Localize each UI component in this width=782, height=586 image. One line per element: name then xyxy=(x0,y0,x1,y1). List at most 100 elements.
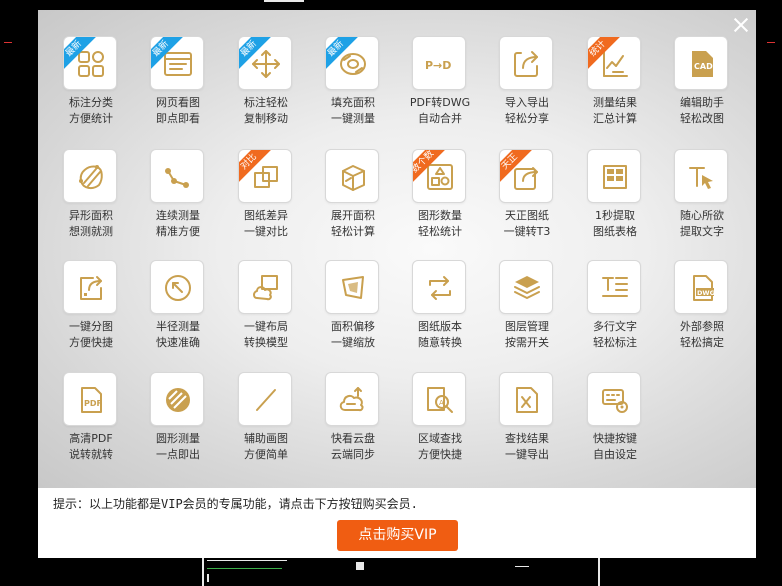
feature-label-line2: 快速准确 xyxy=(156,336,200,349)
feature-label: 外部参照 轻松搞定 xyxy=(662,319,742,351)
feature-panel: 最新 标注分类 方便统计 最新 网页看图 即点即看 最新 标注轻松 复制移动 最新 填充面积 一键测量… xyxy=(38,10,756,488)
feature-tile[interactable]: 最新 xyxy=(150,36,204,90)
feature-label-line1: 1秒提取 xyxy=(595,209,635,222)
feature-item[interactable]: 快捷按键 自由设定 xyxy=(575,372,655,472)
feature-tile[interactable] xyxy=(150,372,204,426)
feature-tile[interactable]: 最新 xyxy=(238,36,292,90)
feature-tile[interactable]: DWG xyxy=(674,260,728,314)
feature-tile[interactable] xyxy=(499,36,553,90)
feature-tile[interactable]: 最新 xyxy=(325,36,379,90)
feature-tile[interactable] xyxy=(412,260,466,314)
feature-tile[interactable] xyxy=(499,372,553,426)
feature-item[interactable]: 面积偏移 一键缩放 xyxy=(313,260,393,360)
table-extract-icon xyxy=(603,165,627,189)
feature-item[interactable]: 统计 测量结果 汇总计算 xyxy=(575,36,655,136)
buy-vip-button[interactable]: 点击购买VIP xyxy=(337,520,458,551)
feature-label-line1: 图纸差异 xyxy=(244,209,288,222)
feature-label-line1: 多行文字 xyxy=(593,320,637,333)
feature-label: 标注轻松 复制移动 xyxy=(226,95,306,127)
feature-tile[interactable] xyxy=(238,372,292,426)
feature-label: 编辑助手 轻松改图 xyxy=(662,95,742,127)
feature-item[interactable]: 快看云盘 云端同步 xyxy=(313,372,393,472)
feature-item[interactable]: CAD 编辑助手 轻松改图 xyxy=(662,36,742,136)
feature-tile[interactable] xyxy=(325,149,379,203)
feature-item[interactable]: 最新标注轻松 复制移动 xyxy=(226,36,306,136)
feature-label-line2: 一键缩放 xyxy=(331,336,375,349)
feature-label: 一键布局 转换模型 xyxy=(226,319,306,351)
feature-item[interactable]: 多行文字 轻松标注 xyxy=(575,260,655,360)
feature-item[interactable]: 最新 网页看图 即点即看 xyxy=(138,36,218,136)
feature-tile[interactable]: 对比 xyxy=(238,149,292,203)
feature-tile[interactable]: PDF xyxy=(63,372,117,426)
cad-line xyxy=(356,562,364,570)
cad-file-icon: CAD xyxy=(692,51,713,77)
feature-tile[interactable] xyxy=(587,260,641,314)
feature-tile[interactable]: P→D xyxy=(412,36,466,90)
feature-item[interactable]: P→D PDF转DWG 自动合并 xyxy=(400,36,480,136)
feature-tile[interactable] xyxy=(150,260,204,314)
feature-label: 标注分类 方便统计 xyxy=(51,95,131,127)
line-draw-icon xyxy=(256,389,276,411)
feature-label-line2: 随意转换 xyxy=(418,336,462,349)
feature-item[interactable]: 圆形测量 一点即出 xyxy=(138,372,218,472)
feature-tile[interactable]: 数个数 xyxy=(412,149,466,203)
svg-text:P→D: P→D xyxy=(425,59,451,72)
feature-item[interactable]: A 区域查找 方便快捷 xyxy=(400,372,480,472)
irregular-area-icon xyxy=(79,165,103,190)
feature-item[interactable]: 最新标注分类 方便统计 xyxy=(51,36,131,136)
feature-item[interactable]: PDF 高清PDF 说转就转 xyxy=(51,372,131,472)
feature-item[interactable]: 一键分图 方便快捷 xyxy=(51,260,131,360)
feature-tile[interactable] xyxy=(63,260,117,314)
feature-label-line2: 云端同步 xyxy=(331,448,375,461)
feature-item[interactable]: 查找结果 一键导出 xyxy=(487,372,567,472)
feature-tile[interactable]: 天正 xyxy=(499,149,553,203)
feature-tile[interactable] xyxy=(238,260,292,314)
feature-tile[interactable] xyxy=(499,260,553,314)
feature-label: 面积偏移 一键缩放 xyxy=(313,319,393,351)
feature-item[interactable]: 对比 图纸差异 一键对比 xyxy=(226,149,306,249)
feature-label: 图纸版本 随意转换 xyxy=(400,319,480,351)
feature-label-line1: 图纸版本 xyxy=(418,320,462,333)
feature-tile[interactable] xyxy=(63,149,117,203)
feature-label-line1: 网页看图 xyxy=(156,96,200,109)
feature-label-line2: 方便快捷 xyxy=(69,336,113,349)
feature-item[interactable]: 图层管理 按需开关 xyxy=(487,260,567,360)
feature-item[interactable]: 异形面积 想测就测 xyxy=(51,149,131,249)
feature-item[interactable]: 一键布局 转换模型 xyxy=(226,260,306,360)
feature-label-line2: 想测就测 xyxy=(69,225,113,238)
feature-item[interactable]: 展开面积 轻松计算 xyxy=(313,149,393,249)
feature-item[interactable]: 半径测量 快速准确 xyxy=(138,260,218,360)
feature-item[interactable]: 1秒提取 图纸表格 xyxy=(575,149,655,249)
cad-workspace-background: 最新 标注分类 方便统计 最新 网页看图 即点即看 最新 标注轻松 复制移动 最新 填充面积 一键测量… xyxy=(0,0,782,586)
feature-tile[interactable] xyxy=(587,149,641,203)
feature-item[interactable]: 天正 天正图纸 一键转T3 xyxy=(487,149,567,249)
feature-item[interactable]: 最新 填充面积 一键测量 xyxy=(313,36,393,136)
feature-label-line1: 图层管理 xyxy=(505,320,549,333)
find-export-icon xyxy=(516,387,538,413)
feature-tile[interactable] xyxy=(150,149,204,203)
feature-tile[interactable] xyxy=(587,372,641,426)
feature-label-line2: 轻松统计 xyxy=(418,225,462,238)
feature-item[interactable]: 辅助画图 方便简单 xyxy=(226,372,306,472)
feature-tile[interactable]: A xyxy=(412,372,466,426)
feature-label-line1: 区域查找 xyxy=(418,432,462,445)
feature-tile[interactable]: 最新 xyxy=(63,36,117,90)
feature-tile[interactable]: CAD xyxy=(674,36,728,90)
feature-item[interactable]: 连续测量 精准方便 xyxy=(138,149,218,249)
close-button[interactable] xyxy=(732,16,750,34)
radius-icon xyxy=(165,275,191,301)
feature-label-line1: 标注轻松 xyxy=(244,96,288,109)
feature-tile[interactable] xyxy=(325,372,379,426)
feature-item[interactable]: DWG 外部参照 轻松搞定 xyxy=(662,260,742,360)
feature-item[interactable]: 图纸版本 随意转换 xyxy=(400,260,480,360)
feature-tile[interactable] xyxy=(325,260,379,314)
feature-label-line2: 精准方便 xyxy=(156,225,200,238)
feature-item[interactable]: 导入导出 轻松分享 xyxy=(487,36,567,136)
feature-tile[interactable]: 统计 xyxy=(587,36,641,90)
feature-item[interactable]: 数个数 图形数量 轻松统计 xyxy=(400,149,480,249)
dialog-footer: 提示：以上功能都是VIP会员的专属功能，请点击下方按钮购买会员. 点击购买VIP xyxy=(38,488,756,558)
feature-label-line1: 外部参照 xyxy=(680,320,724,333)
feature-tile[interactable] xyxy=(674,149,728,203)
layout-cloud-icon xyxy=(253,275,278,301)
feature-item[interactable]: 随心所欲 提取文字 xyxy=(662,149,742,249)
